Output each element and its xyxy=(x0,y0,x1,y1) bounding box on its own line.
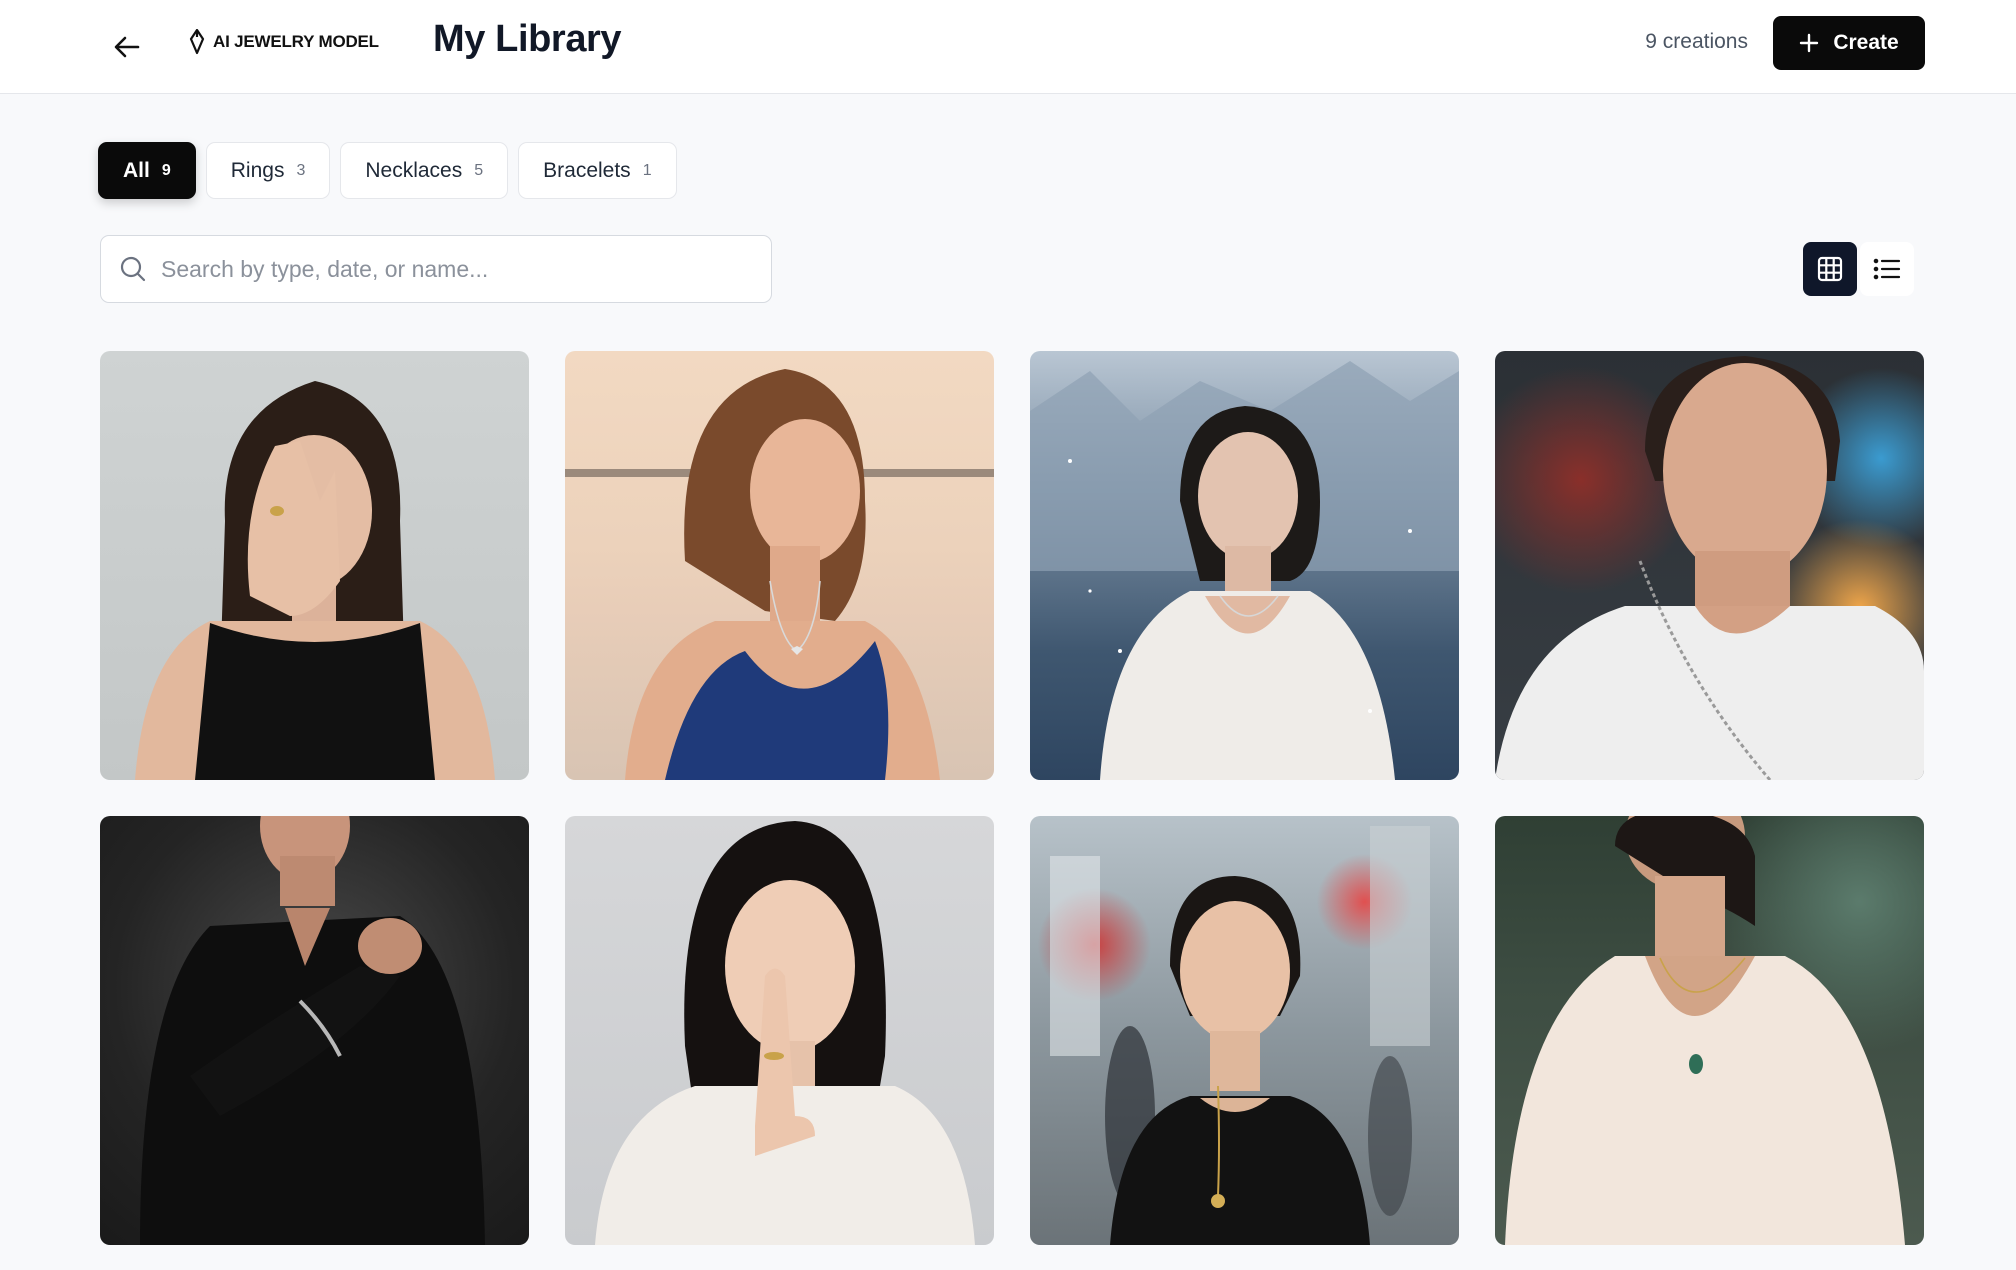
search-icon xyxy=(120,256,146,282)
filter-count: 9 xyxy=(161,161,171,179)
creation-card[interactable] xyxy=(100,816,529,1245)
filter-bracelets[interactable]: Bracelets 1 xyxy=(518,142,677,199)
filter-label: Necklaces xyxy=(365,158,463,182)
necklace-model-photo xyxy=(565,369,994,780)
necklace-model-photo xyxy=(1495,356,1924,780)
list-icon xyxy=(1873,258,1901,280)
filter-count: 1 xyxy=(642,161,652,179)
necklace-model-photo xyxy=(1030,361,1459,780)
creation-card[interactable] xyxy=(1030,351,1459,780)
filter-rings[interactable]: Rings 3 xyxy=(205,142,331,199)
creation-card[interactable] xyxy=(100,351,529,780)
diamond-pin-icon xyxy=(189,29,205,55)
arrow-left-icon xyxy=(114,36,140,58)
necklace-model-photo xyxy=(1505,816,1905,1245)
search-input[interactable] xyxy=(161,255,721,283)
filter-label: Rings xyxy=(230,158,285,182)
category-filter-tabs: All 9 Rings 3 Necklaces 5 Bracelets 1 xyxy=(98,142,677,199)
create-button[interactable]: Create xyxy=(1773,16,1925,70)
creation-card[interactable] xyxy=(1495,351,1924,780)
creation-card[interactable] xyxy=(565,816,994,1245)
grid-icon xyxy=(1817,256,1843,282)
brand-logo[interactable]: AI JEWELRY MODEL xyxy=(189,26,379,58)
ring-model-photo xyxy=(595,821,975,1245)
list-view-button[interactable] xyxy=(1860,242,1914,296)
plus-icon xyxy=(1800,33,1819,53)
creations-grid xyxy=(100,351,1924,1245)
filter-label: All xyxy=(123,158,150,182)
filter-all[interactable]: All 9 xyxy=(98,142,196,199)
brand-name: AI JEWELRY MODEL xyxy=(213,32,379,51)
grid-view-button[interactable] xyxy=(1803,242,1857,296)
view-toggle xyxy=(1803,242,1914,296)
back-button[interactable] xyxy=(108,28,146,66)
search-box xyxy=(100,235,772,303)
create-button-label: Create xyxy=(1833,31,1899,54)
page-title: My Library xyxy=(433,18,622,60)
ring-model-photo xyxy=(135,381,495,780)
creation-card[interactable] xyxy=(1030,816,1459,1245)
filter-necklaces[interactable]: Necklaces 5 xyxy=(340,142,509,199)
filter-count: 5 xyxy=(474,161,484,179)
filter-label: Bracelets xyxy=(543,158,631,182)
bracelet-model-photo xyxy=(140,816,485,1245)
necklace-model-photo xyxy=(1050,826,1430,1245)
creations-count: 9 creations xyxy=(1645,30,1748,53)
creation-card[interactable] xyxy=(1495,816,1924,1245)
filter-count: 3 xyxy=(296,161,306,179)
app-header: AI JEWELRY MODEL My Library 9 creations … xyxy=(0,0,2016,94)
creation-card[interactable] xyxy=(565,351,994,780)
